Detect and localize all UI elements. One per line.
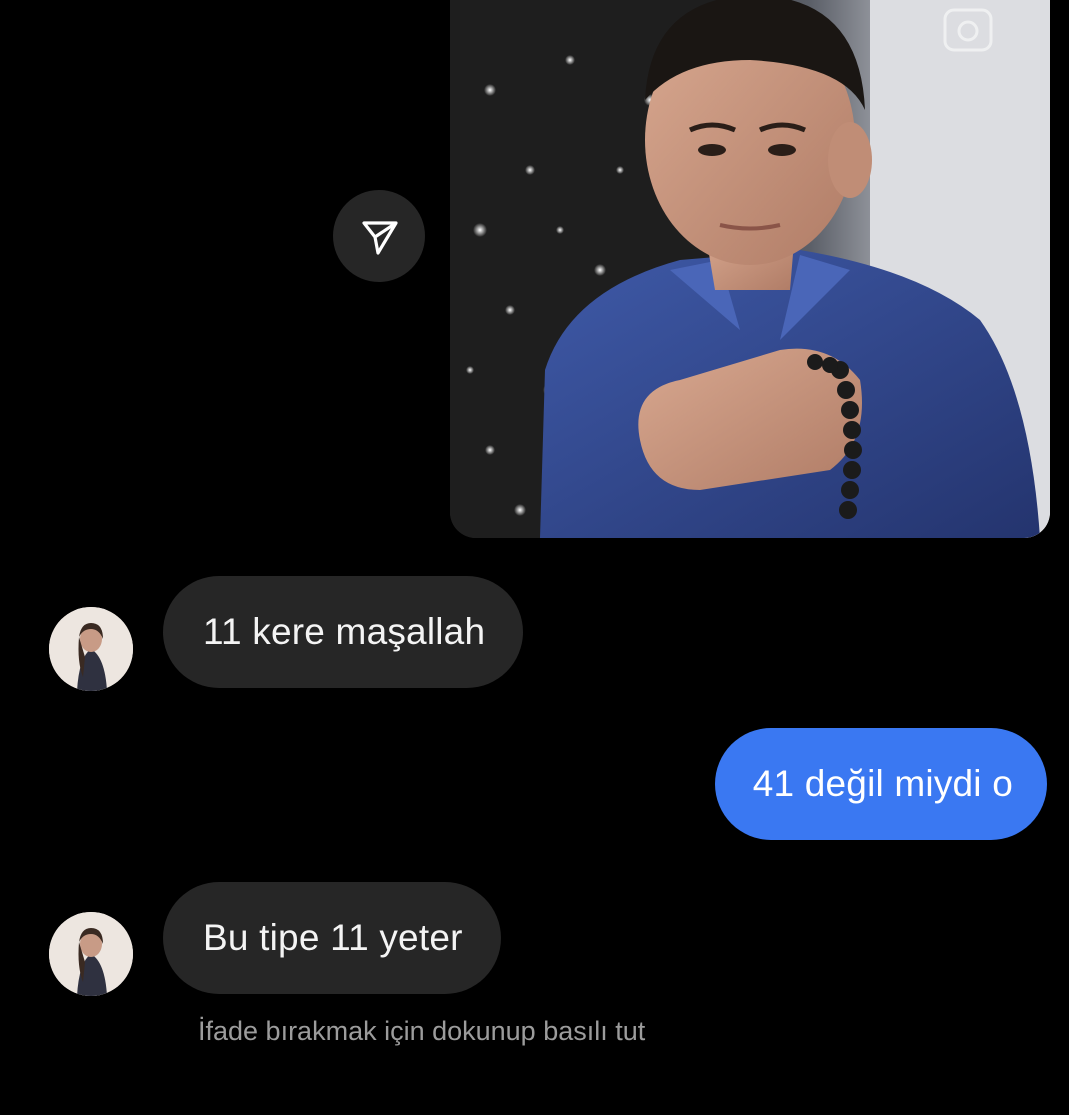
reaction-hint: İfade bırakmak için dokunup basılı tut — [198, 1016, 646, 1046]
post-photo — [450, 0, 1050, 538]
message-text: 11 kere maşallah — [203, 611, 486, 652]
message-bubble-outgoing[interactable]: 41 değil miydi o — [714, 728, 1047, 840]
message-text: 41 değil miydi o — [752, 763, 1013, 804]
sender-avatar[interactable] — [49, 607, 133, 691]
avatar-image — [49, 912, 133, 996]
share-button[interactable] — [333, 190, 425, 282]
paper-plane-icon — [362, 221, 398, 255]
message-bubble-incoming[interactable]: 11 kere maşallah — [163, 576, 524, 688]
sender-avatar[interactable] — [49, 912, 133, 996]
avatar-image — [49, 607, 133, 691]
message-text: Bu tipe 11 yeter — [203, 917, 463, 958]
message-bubble-incoming[interactable]: Bu tipe 11 yeter — [163, 882, 501, 994]
shared-post-image[interactable] — [450, 0, 1050, 538]
